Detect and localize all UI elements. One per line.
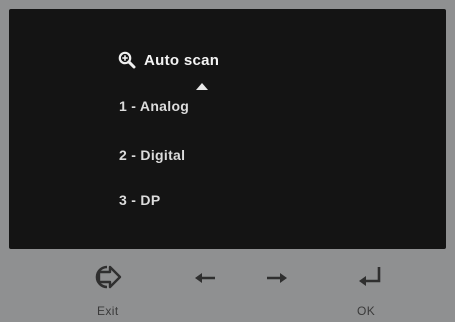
exit-label: Exit xyxy=(97,304,119,318)
menu-option-dp[interactable]: 3 - DP xyxy=(119,192,160,208)
menu-option-digital[interactable]: 2 - Digital xyxy=(119,147,185,163)
ok-label: OK xyxy=(357,304,376,318)
arrow-right-icon xyxy=(263,267,293,287)
left-button[interactable] xyxy=(186,263,222,291)
menu-title: Auto scan xyxy=(144,51,220,69)
exit-arrow-icon xyxy=(89,263,125,291)
menu-title-row: Auto scan xyxy=(118,51,219,69)
exit-button[interactable] xyxy=(89,263,125,291)
arrow-left-icon xyxy=(189,267,219,287)
monitor-osd-screen: Auto scan 1 - Analog 2 - Digital 3 - DP … xyxy=(0,0,455,322)
osd-menu-panel xyxy=(9,9,446,249)
magnifier-plus-icon xyxy=(118,51,136,69)
menu-option-analog[interactable]: 1 - Analog xyxy=(119,98,189,114)
triangle-up-icon xyxy=(196,83,208,90)
right-button[interactable] xyxy=(260,263,296,291)
enter-return-icon xyxy=(353,263,387,291)
ok-button[interactable] xyxy=(352,263,388,291)
